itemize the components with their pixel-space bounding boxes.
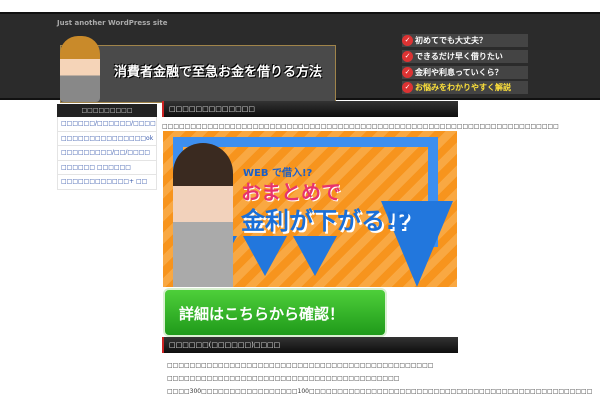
details-button[interactable]: 詳細はこちらから確認！ <box>163 288 387 337</box>
check-icon: ✓ <box>402 51 413 62</box>
sidebar-link[interactable]: □□□□□□/□□□□□□/□□□□ <box>57 117 157 132</box>
check-icon: ✓ <box>402 35 413 46</box>
faq-label: 金利や利息っていくら？ <box>415 68 503 77</box>
faq-item[interactable]: ✓ 金利や利息っていくら？ <box>402 66 528 79</box>
down-arrow-icon <box>243 236 287 276</box>
section-heading: □□□□□□(□□□□□□)□□□□ <box>162 337 458 353</box>
faq-label: 初めてでも大丈夫？ <box>415 36 487 45</box>
sidebar-link[interactable]: □□□□□□□□□□□□+ □□ <box>57 175 157 190</box>
body-text: □□□□□□□□□□□□□□□□□□□□□□□□□□□□□□□□□□□□□□□□… <box>167 362 434 369</box>
site-header: Just another WordPress site 消費者金融で至急お金を借… <box>0 12 600 103</box>
site-tagline: Just another WordPress site <box>57 19 168 27</box>
faq-label: できるだけ早く借りたい <box>415 52 503 61</box>
intro-text: □□□□□□□□□□□□□□□□□□□□□□□□□□□□□□□□□□□□□□□□… <box>162 123 559 130</box>
faq-item[interactable]: ✓ お悩みをわかりやすく解説 <box>402 81 528 94</box>
check-icon: ✓ <box>402 67 413 78</box>
down-arrow-icon <box>293 236 337 276</box>
faq-item[interactable]: ✓ 初めてでも大丈夫？ <box>402 34 528 47</box>
promo-banner[interactable]: WEB で借入!? おまとめで 金利が下がる!? <box>163 131 457 287</box>
body-text: □□□□300□□□□□□□□□□□□□□□□□100□□□□□□□□□□□□□… <box>167 388 593 395</box>
sidebar-link[interactable]: □□□□□□□□□/□□/□□□□ <box>57 146 157 161</box>
site-title[interactable]: 消費者金融で至急お金を借りる方法 <box>114 61 322 80</box>
banner-line3: 金利が下がる!? <box>241 207 410 235</box>
sidebar: □□□□□□□□□ □□□□□□/□□□□□□/□□□□ □□□□□□□□□□□… <box>57 104 157 190</box>
sidebar-link[interactable]: □□□□□□□□□□□□□□□ok <box>57 131 157 146</box>
body-text: □□□□□□□□□□□□□□□□□□□□□□□□□□□□□□□□□□□□□□□□… <box>167 375 400 382</box>
check-icon: ✓ <box>402 82 413 93</box>
section-heading: □□□□□□□□□□□□□ <box>162 101 458 117</box>
woman-photo <box>173 143 233 287</box>
sidebar-link[interactable]: □□□□□□ □□□□□□ <box>57 160 157 175</box>
faq-item[interactable]: ✓ できるだけ早く借りたい <box>402 50 528 63</box>
faq-label: お悩みをわかりやすく解説 <box>415 83 511 92</box>
sidebar-title: □□□□□□□□□ <box>57 104 157 117</box>
mascot-illustration <box>60 36 100 102</box>
